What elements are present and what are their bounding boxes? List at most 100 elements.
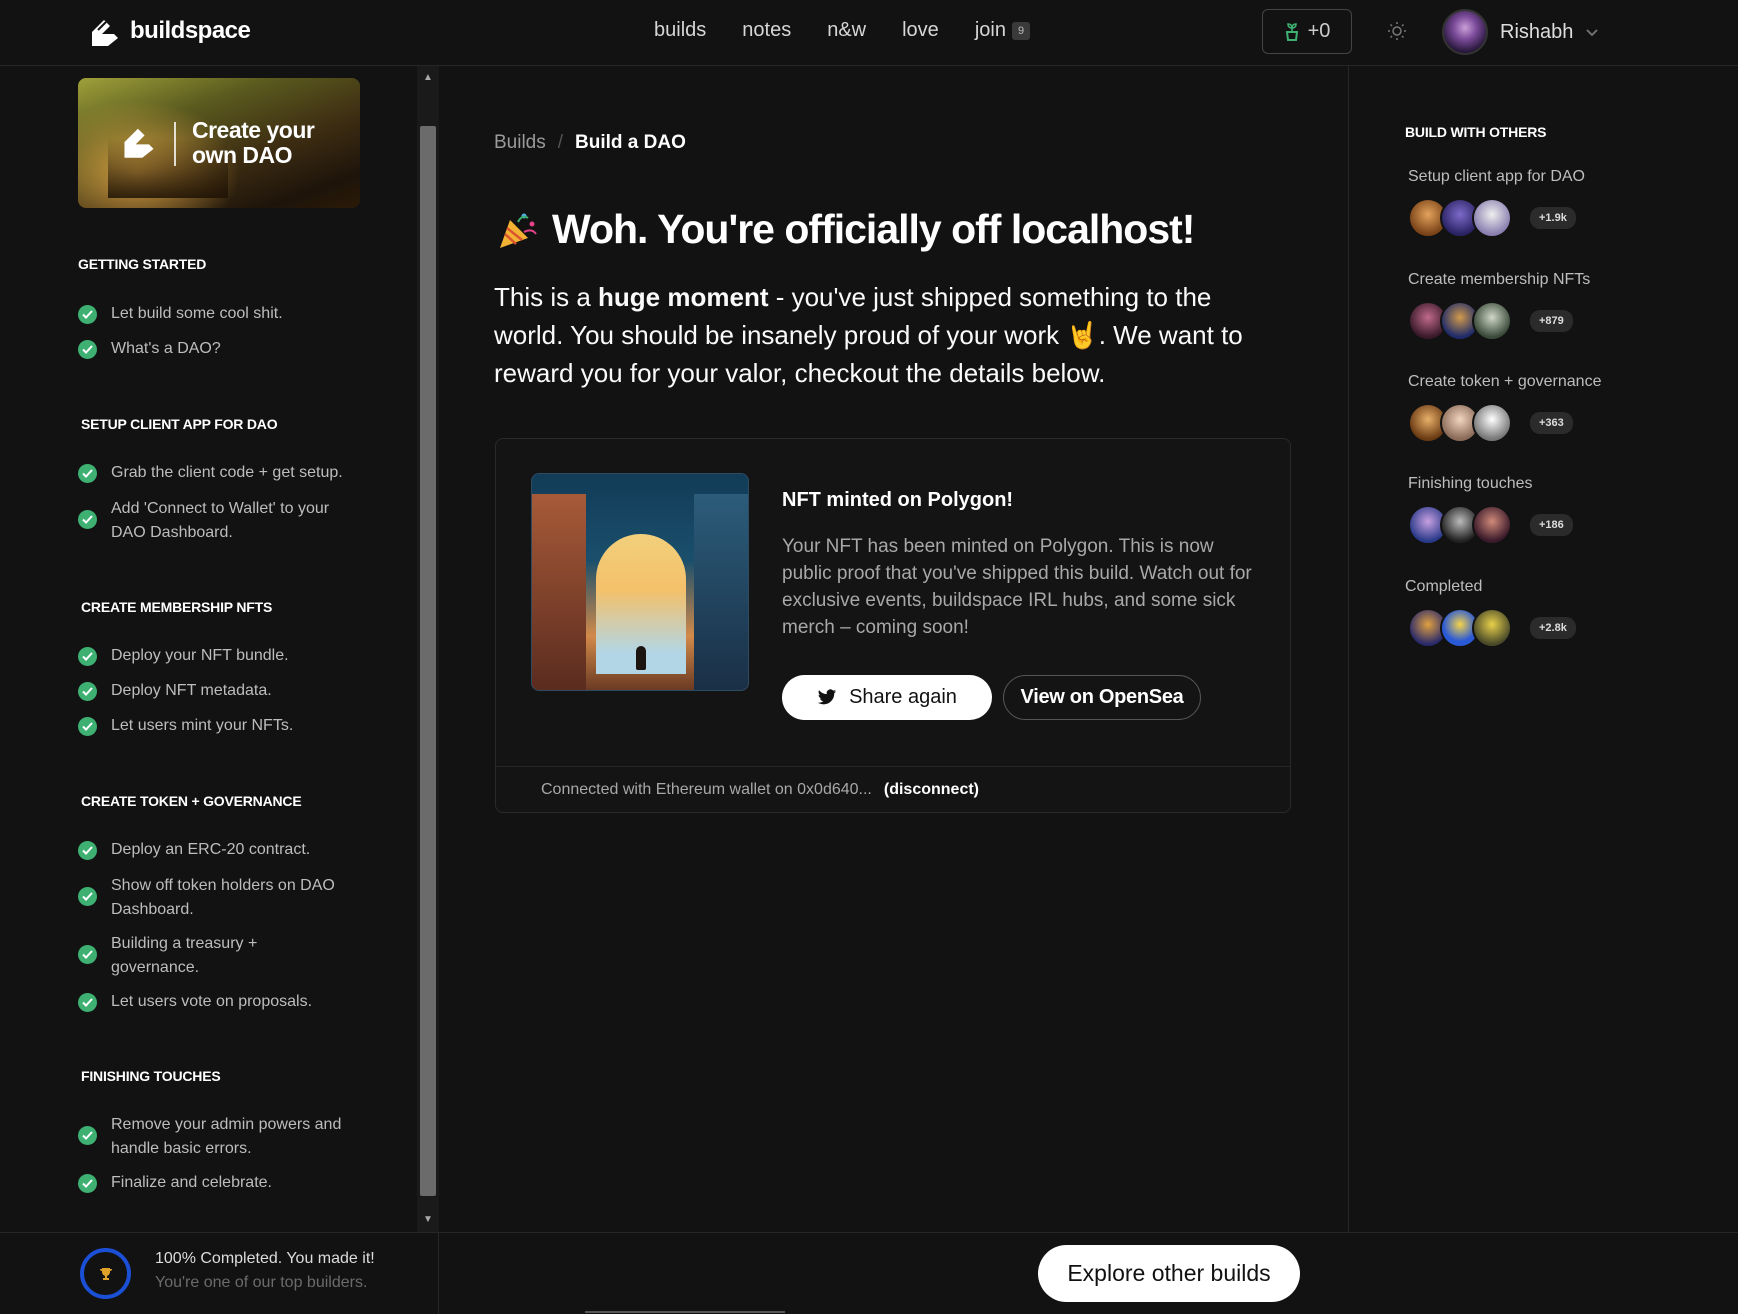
nft-card-description: Your NFT has been minted on Polygon. Thi… (782, 536, 1252, 638)
nav-link-notes[interactable]: notes (742, 19, 791, 42)
member-count-badge: +1.9k (1530, 207, 1576, 229)
check-icon (78, 682, 97, 701)
step-item[interactable]: Finalize and celebrate. (78, 1171, 272, 1195)
section-finishing-touches: FINISHING TOUCHES (81, 1068, 221, 1084)
build-banner: Create your own DAO (78, 78, 360, 208)
check-icon (78, 717, 97, 736)
scroll-down-arrow-icon[interactable]: ▼ (420, 1212, 436, 1228)
breadcrumb-separator: / (557, 132, 564, 153)
step-item[interactable]: Deploy an ERC-20 contract. (78, 838, 310, 862)
group-completed[interactable]: Completed +2.8k (1405, 578, 1576, 648)
wallet-status: Connected with Ethereum wallet on 0x0d64… (496, 766, 1290, 812)
brand-name: buildspace (130, 17, 251, 44)
avatar (1442, 9, 1488, 55)
step-item[interactable]: Let users vote on proposals. (78, 990, 312, 1014)
points-value: +0 (1307, 20, 1331, 42)
step-item[interactable]: Add 'Connect to Wallet' to your DAO Dash… (78, 497, 358, 545)
headline-text: Woh. You're officially off localhost! (552, 206, 1195, 252)
section-title: CREATE TOKEN + GOVERNANCE (81, 793, 302, 809)
check-icon (78, 464, 97, 483)
step-label: Building a treasury + governance. (111, 935, 258, 976)
nav-link-love[interactable]: love (902, 19, 939, 42)
avatar (1472, 403, 1512, 443)
step-label: Add 'Connect to Wallet' to your DAO Dash… (111, 500, 330, 541)
avatar (1472, 505, 1512, 545)
intro-pre: This is a (494, 282, 599, 312)
buildspace-logo-icon (124, 128, 154, 158)
user-name: Rishabh (1500, 20, 1574, 43)
breadcrumb-current: Build a DAO (575, 132, 686, 153)
right-column-divider (1348, 66, 1349, 1232)
section-title: CREATE MEMBERSHIP NFTS (81, 599, 273, 615)
group-title: Setup client app for DAO (1408, 168, 1585, 185)
check-icon (78, 305, 97, 324)
twitter-icon (817, 689, 837, 705)
brand-logo[interactable]: buildspace (88, 16, 251, 46)
step-label: Let users vote on proposals. (111, 993, 313, 1010)
breadcrumb: Builds / Build a DAO (494, 132, 686, 154)
sidebar: Create your own DAO GETTING STARTED Let … (0, 66, 417, 1232)
top-nav: buildspace builds notes n&w love join 9 +… (0, 0, 1738, 66)
member-count-badge: +2.8k (1530, 617, 1576, 639)
chevron-down-icon (1586, 29, 1599, 37)
scrollbar-thumb[interactable] (420, 126, 436, 1196)
section-title: GETTING STARTED (78, 256, 207, 272)
step-item[interactable]: Building a treasury + governance. (78, 932, 328, 980)
sun-icon[interactable] (1387, 21, 1407, 41)
nft-image[interactable] (531, 473, 749, 691)
check-icon (78, 340, 97, 359)
nft-card-title: NFT minted on Polygon! (782, 489, 1014, 511)
check-icon (78, 841, 97, 860)
step-label: Grab the client code + get setup. (111, 464, 343, 481)
group-title: Finishing touches (1408, 475, 1533, 492)
section-setup-client: SETUP CLIENT APP FOR DAO (81, 416, 278, 432)
banner-divider (174, 122, 176, 166)
step-item[interactable]: What's a DAO? (78, 337, 221, 361)
check-icon (78, 945, 97, 964)
step-item[interactable]: Let build some cool shit. (78, 302, 283, 326)
buildspace-logo-icon (92, 20, 118, 46)
nav-link-join[interactable]: join 9 (975, 19, 1031, 42)
build-with-others-title: BUILD WITH OTHERS (1405, 124, 1547, 140)
section-title: SETUP CLIENT APP FOR DAO (81, 416, 278, 432)
nav-link-builds[interactable]: builds (654, 19, 706, 42)
trophy-icon (99, 1267, 112, 1280)
nav-links: builds notes n&w love join 9 (654, 19, 1031, 42)
disconnect-link[interactable]: (disconnect) (884, 781, 979, 799)
user-menu[interactable]: Rishabh (1442, 9, 1599, 55)
step-item[interactable]: Grab the client code + get setup. (78, 461, 343, 485)
explore-other-builds-button[interactable]: Explore other builds (1038, 1245, 1300, 1302)
nft-image-pillar-left (532, 494, 586, 690)
share-again-button[interactable]: Share again (782, 675, 992, 720)
group-title: Create token + governance (1408, 373, 1602, 390)
bottom-divider (438, 1233, 439, 1314)
wallet-text: Connected with Ethereum wallet on 0x0d64… (541, 780, 872, 798)
member-count-badge: +879 (1530, 310, 1573, 332)
group-finishing-touches[interactable]: Finishing touches +186 (1408, 475, 1573, 545)
step-item[interactable]: Remove your admin powers and handle basi… (78, 1113, 368, 1161)
group-setup-client[interactable]: Setup client app for DAO +1.9k (1408, 168, 1585, 238)
step-label: Let build some cool shit. (111, 305, 283, 322)
section-membership-nfts: CREATE MEMBERSHIP NFTS (81, 599, 272, 615)
progress-subtext: You're one of our top builders. (155, 1274, 368, 1291)
check-icon (78, 647, 97, 666)
step-label: Deploy an ERC-20 contract. (111, 841, 311, 858)
scroll-up-arrow-icon[interactable]: ▲ (420, 70, 436, 86)
group-token-governance[interactable]: Create token + governance +363 (1408, 373, 1601, 443)
check-icon (78, 1126, 97, 1145)
step-item[interactable]: Let users mint your NFTs. (78, 714, 293, 738)
points-button[interactable]: +0 (1262, 9, 1352, 54)
check-icon (78, 510, 97, 529)
plant-icon (1285, 22, 1298, 41)
group-title: Create membership NFTs (1408, 271, 1591, 288)
step-item[interactable]: Deploy your NFT bundle. (78, 644, 289, 668)
step-item[interactable]: Show off token holders on DAO Dashboard. (78, 874, 358, 922)
step-item[interactable]: Deploy NFT metadata. (78, 679, 272, 703)
nft-image-figure (636, 646, 646, 670)
group-membership-nfts[interactable]: Create membership NFTs +879 (1408, 271, 1590, 341)
breadcrumb-builds[interactable]: Builds (494, 132, 546, 154)
nav-link-nw[interactable]: n&w (827, 19, 866, 42)
view-on-opensea-button[interactable]: View on OpenSea (1003, 675, 1201, 720)
share-again-label: Share again (849, 686, 957, 708)
check-icon (78, 1174, 97, 1193)
